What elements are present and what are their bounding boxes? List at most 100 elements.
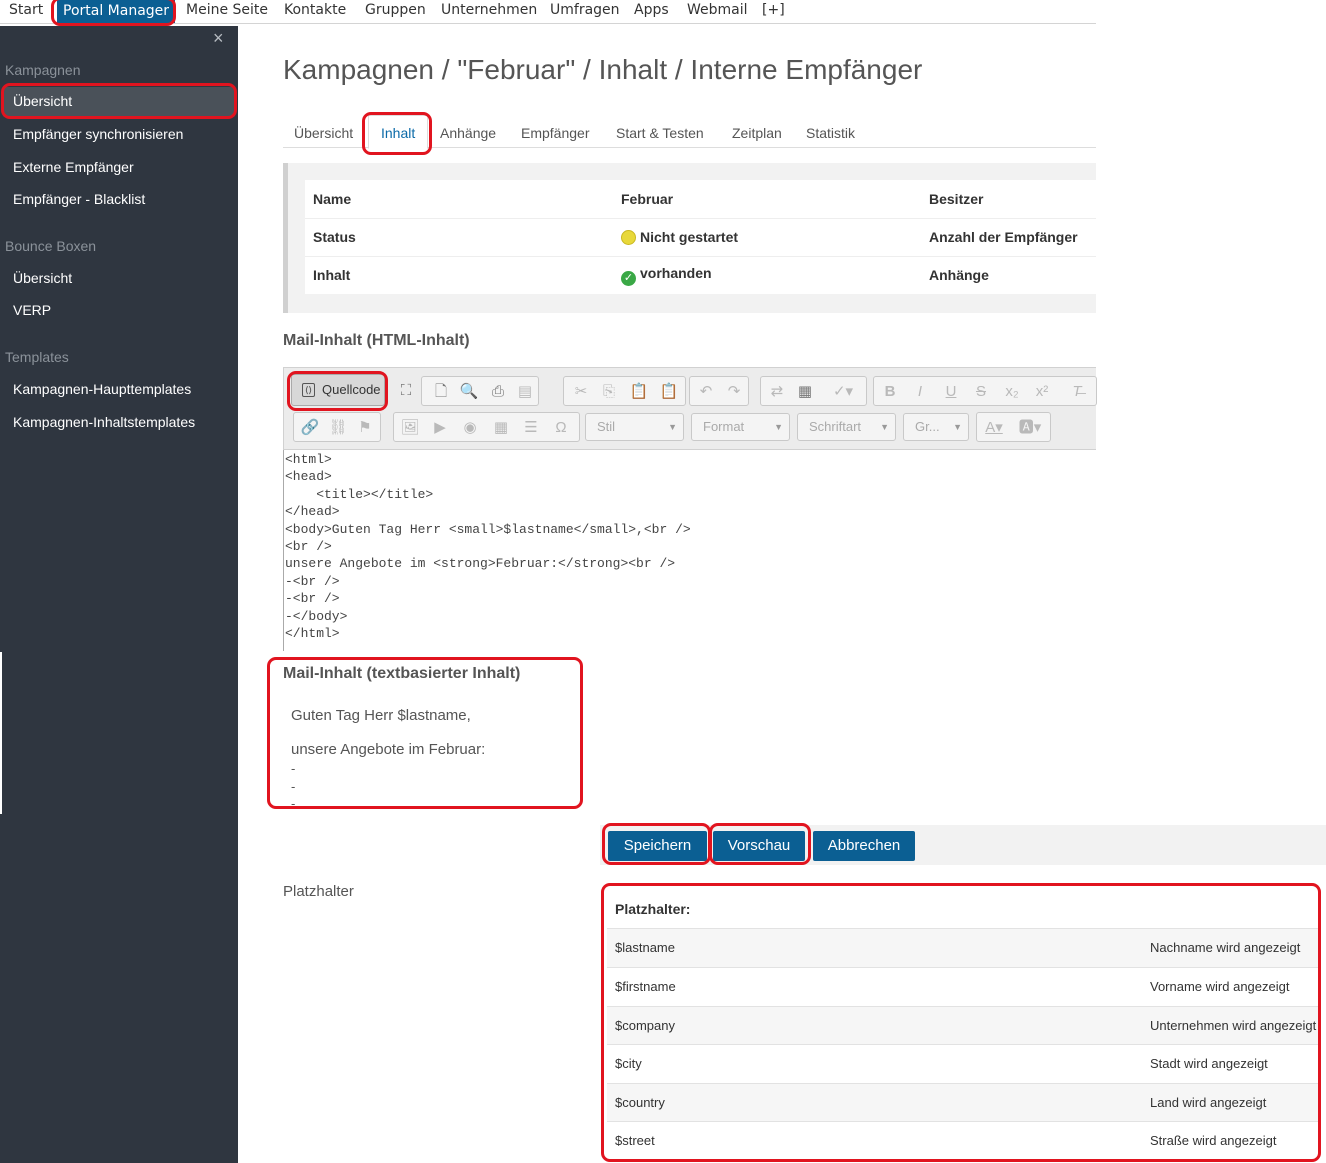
- sidebar-item-verp[interactable]: VERP: [13, 302, 51, 318]
- special-char-icon[interactable]: Ω: [548, 417, 574, 439]
- replace-icon[interactable]: ⇄: [764, 381, 790, 403]
- info-value: ✓ vorhanden: [613, 255, 921, 294]
- unlink-icon[interactable]: ⛓: [325, 417, 351, 439]
- chevron-down-icon: ▼: [953, 422, 962, 432]
- style-select-label: Stil: [597, 419, 616, 434]
- superscript-icon[interactable]: x²: [1029, 381, 1055, 403]
- nav-umfragen[interactable]: Umfragen: [550, 2, 620, 18]
- table-row: $lastname Nachname wird angezeigt: [607, 928, 1319, 967]
- tab-zeitplan[interactable]: Zeitplan: [732, 125, 782, 141]
- info-label: Name: [313, 190, 352, 207]
- font-select-label: Schriftart: [809, 419, 862, 434]
- copy-icon[interactable]: ⎘: [596, 381, 622, 403]
- text-dash: -: [291, 796, 296, 811]
- image-icon[interactable]: 🖼: [397, 417, 423, 439]
- select-all-icon[interactable]: ▦: [792, 381, 818, 403]
- table-row: $company Unternehmen wird angezeigt: [607, 1006, 1319, 1045]
- remove-format-icon[interactable]: T̶: [1064, 381, 1090, 403]
- nav-kontakte[interactable]: Kontakte: [284, 2, 346, 18]
- tab-uebersicht[interactable]: Übersicht: [294, 125, 353, 141]
- tab-start-testen[interactable]: Start & Testen: [616, 125, 704, 141]
- preview-icon[interactable]: 🔍: [456, 381, 482, 403]
- font-select[interactable]: Schriftart ▼: [797, 413, 896, 441]
- sidebar-item-haupttemplates[interactable]: Kampagnen-Haupttemplates: [13, 381, 191, 397]
- sidebar-item-externe-empfaenger[interactable]: Externe Empfänger: [13, 159, 134, 175]
- sidebar: × Kampagnen Übersicht Empfänger synchron…: [0, 26, 238, 1163]
- paste-text-icon[interactable]: 📋: [656, 381, 682, 403]
- table-row: $city Stadt wird angezeigt: [607, 1044, 1319, 1083]
- redo-icon[interactable]: ↷: [721, 381, 747, 403]
- toolbar-group-document: 🗋 🔍 ⎙ ▤: [421, 376, 539, 406]
- sidebar-item-bounce-uebersicht[interactable]: Übersicht: [13, 270, 72, 286]
- paste-icon[interactable]: 📋: [626, 381, 652, 403]
- italic-icon[interactable]: I: [907, 381, 933, 403]
- placeholder-header: Platzhalter:: [615, 901, 691, 917]
- info-value: Nicht gestartet: [613, 217, 921, 256]
- table-row: Name Februar Besitzer: [305, 180, 1096, 218]
- subscript-icon[interactable]: x₂: [999, 381, 1025, 403]
- nav-portal-manager[interactable]: Portal Manager: [57, 0, 176, 23]
- sidebar-item-empfaenger-sync[interactable]: Empfänger synchronisieren: [13, 126, 183, 142]
- flash-icon[interactable]: ◉: [457, 417, 483, 439]
- nav-webmail[interactable]: Webmail: [687, 2, 748, 18]
- text-dash: -: [291, 779, 296, 794]
- placeholder-key: $company: [615, 1018, 675, 1033]
- tab-anhaenge[interactable]: Anhänge: [440, 125, 496, 141]
- sidebar-section-bounce: Bounce Boxen: [5, 238, 97, 254]
- code-line: <title></title>: [285, 486, 434, 502]
- close-icon[interactable]: ×: [213, 28, 224, 49]
- table-row: Inhalt ✓ vorhanden Anhänge: [305, 255, 1096, 294]
- size-select[interactable]: Gr... ▼: [903, 413, 969, 441]
- nav-apps[interactable]: Apps: [634, 2, 669, 18]
- anchor-icon[interactable]: ⚑: [352, 417, 378, 439]
- background-color-icon[interactable]: 🅰▾: [1017, 417, 1043, 439]
- new-page-icon[interactable]: 🗋: [428, 381, 454, 403]
- text-offer: unsere Angebote im Februar:: [291, 741, 486, 758]
- toolbar-group-undo: ↶ ↷: [689, 376, 749, 406]
- nav-unternehmen[interactable]: Unternehmen: [441, 2, 537, 18]
- text-color-icon[interactable]: A▾: [981, 417, 1007, 439]
- save-button[interactable]: Speichern: [608, 831, 707, 861]
- sidebar-section-templates: Templates: [5, 349, 69, 365]
- cut-icon[interactable]: ✂: [568, 381, 594, 403]
- placeholder-desc: Vorname wird angezeigt: [1150, 979, 1290, 994]
- code-line: </head>: [285, 504, 340, 520]
- format-select[interactable]: Format ▼: [691, 413, 790, 441]
- nav-more[interactable]: [+]: [762, 2, 785, 18]
- templates-icon[interactable]: ▤: [512, 381, 538, 403]
- nav-gruppen[interactable]: Gruppen: [365, 2, 426, 18]
- placeholder-desc: Stadt wird angezeigt: [1150, 1056, 1268, 1071]
- nav-start[interactable]: Start: [9, 2, 43, 18]
- sidebar-item-uebersicht[interactable]: Übersicht: [13, 93, 72, 109]
- source-code-area[interactable]: <html> <head> <title></title> </head> <b…: [283, 450, 1096, 651]
- table-icon[interactable]: ▦: [488, 417, 514, 439]
- spellcheck-icon[interactable]: ✓▾: [830, 381, 856, 403]
- toolbar-group-find: ⇄ ▦ ✓▾: [760, 376, 867, 406]
- bold-icon[interactable]: B: [877, 381, 903, 403]
- link-icon[interactable]: 🔗: [297, 417, 323, 439]
- preview-button[interactable]: Vorschau: [713, 831, 805, 861]
- style-select[interactable]: Stil ▼: [585, 413, 684, 441]
- print-icon[interactable]: ⎙: [485, 381, 511, 403]
- status-pending-icon: [621, 230, 636, 245]
- chevron-down-icon: ▼: [880, 422, 889, 432]
- video-icon[interactable]: ▶: [427, 417, 453, 439]
- cancel-button[interactable]: Abbrechen: [813, 831, 915, 861]
- undo-icon[interactable]: ↶: [693, 381, 719, 403]
- info-value: Februar: [621, 190, 674, 207]
- strikethrough-icon[interactable]: S: [968, 381, 994, 403]
- code-line: -</body>: [285, 608, 348, 624]
- underline-icon[interactable]: U: [938, 381, 964, 403]
- tab-inhalt[interactable]: Inhalt: [381, 125, 415, 141]
- nav-meine-seite[interactable]: Meine Seite: [186, 2, 268, 18]
- top-navigation: Start Portal Manager Meine Seite Kontakt…: [0, 0, 1096, 24]
- sidebar-item-inhaltstemplates[interactable]: Kampagnen-Inhaltstemplates: [13, 414, 195, 430]
- horizontal-line-icon[interactable]: ☰: [518, 417, 544, 439]
- tab-statistik[interactable]: Statistik: [806, 125, 855, 141]
- code-line: <body>Guten Tag Herr <small>$lastname</s…: [285, 521, 691, 537]
- tab-empfaenger[interactable]: Empfänger: [521, 125, 589, 141]
- code-line: </html>: [285, 625, 340, 641]
- maximize-icon[interactable]: ⛶: [393, 380, 419, 402]
- sidebar-item-blacklist[interactable]: Empfänger - Blacklist: [13, 191, 145, 207]
- source-button[interactable]: ⟨⟩ Quellcode: [291, 374, 385, 406]
